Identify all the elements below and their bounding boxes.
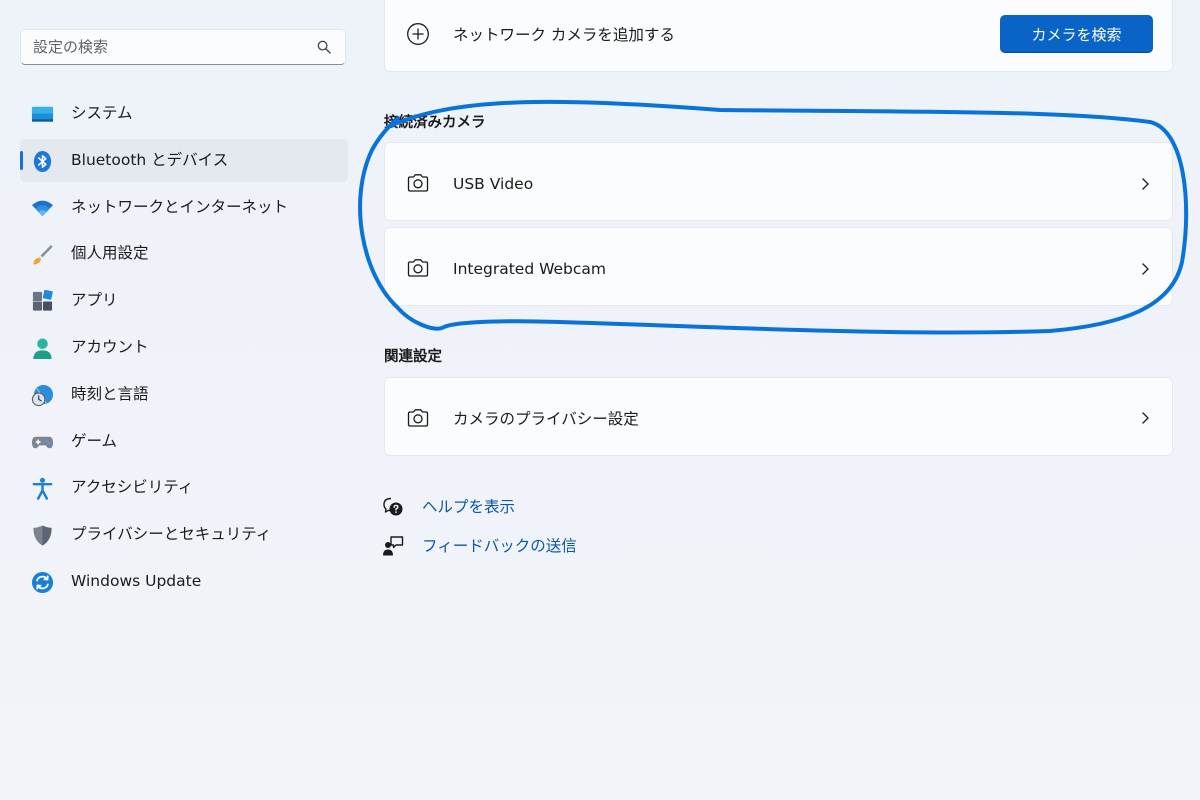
sidebar-item-accounts[interactable]: アカウント: [20, 326, 348, 369]
add-network-camera-label: ネットワーク カメラを追加する: [453, 26, 675, 44]
sidebar-item-personalization[interactable]: 個人用設定: [20, 232, 348, 275]
sidebar-nav: システム Bluetooth とデバイス ネットワークとインターネット 個人用設…: [20, 92, 348, 607]
chevron-right-icon: [1142, 263, 1149, 275]
sidebar-item-windows-update[interactable]: Windows Update: [20, 560, 348, 603]
sidebar-item-label: ゲーム: [71, 431, 118, 450]
sidebar-item-label: システム: [71, 104, 133, 122]
camera-icon: [407, 409, 429, 427]
accessibility-icon: [32, 478, 53, 501]
search-cameras-button[interactable]: カメラを検索: [1000, 15, 1153, 53]
chevron-right-icon: [1142, 412, 1149, 424]
help-icon: [383, 497, 403, 516]
search-box[interactable]: [20, 29, 346, 65]
sidebar-item-label: 個人用設定: [71, 244, 149, 263]
paintbrush-icon: [33, 245, 53, 265]
help-link-label[interactable]: ヘルプを表示: [422, 496, 515, 518]
plus-circle-icon: [407, 23, 429, 45]
bluetooth-icon: [33, 150, 52, 172]
time-language-icon: [31, 384, 54, 406]
sidebar-item-label: Windows Update: [71, 571, 202, 590]
camera-name: Integrated Webcam: [453, 260, 607, 278]
sidebar-item-privacy-security[interactable]: プライバシーとセキュリティ: [20, 513, 348, 556]
sidebar-item-network[interactable]: ネットワークとインターネット: [20, 186, 348, 229]
search-input[interactable]: [21, 30, 301, 64]
camera-row-usb-video[interactable]: USB Video: [384, 142, 1173, 221]
sidebar-item-label: アクセシビリティ: [71, 478, 194, 497]
system-display-icon: [31, 106, 54, 122]
sidebar-item-time-language[interactable]: 時刻と言語: [20, 373, 348, 416]
gamepad-icon: [31, 436, 54, 448]
selection-indicator: [20, 150, 23, 170]
sidebar: システム Bluetooth とデバイス ネットワークとインターネット: [0, 0, 365, 800]
account-icon: [33, 338, 52, 360]
search-icon[interactable]: [317, 40, 331, 54]
sidebar-item-accessibility[interactable]: アクセシビリティ: [20, 466, 348, 509]
apps-icon: [32, 290, 53, 311]
feedback-link-label[interactable]: フィードバックの送信: [422, 535, 577, 557]
sidebar-item-label: アカウント: [71, 337, 149, 356]
sidebar-item-label: 時刻と言語: [71, 384, 149, 403]
camera-name: USB Video: [453, 175, 534, 193]
shield-icon: [33, 525, 52, 546]
sidebar-item-bluetooth[interactable]: Bluetooth とデバイス: [20, 138, 348, 182]
camera-row-integrated-webcam[interactable]: Integrated Webcam: [384, 227, 1173, 306]
camera-icon: [407, 174, 429, 192]
section-title-related-settings: 関連設定: [384, 349, 442, 365]
camera-privacy-settings-label: カメラのプライバシー設定: [453, 410, 639, 428]
camera-privacy-settings-row[interactable]: カメラのプライバシー設定: [384, 377, 1173, 456]
sidebar-item-label: Bluetooth とデバイス: [71, 150, 229, 169]
windows-update-icon: [31, 571, 54, 594]
sidebar-item-label: ネットワークとインターネット: [71, 197, 289, 216]
camera-icon: [407, 259, 429, 277]
sidebar-item-apps[interactable]: アプリ: [20, 279, 348, 322]
sidebar-item-label: プライバシーとセキュリティ: [71, 525, 272, 544]
feedback-icon: [383, 536, 404, 556]
add-network-camera-card: ネットワーク カメラを追加する カメラを検索: [384, 0, 1173, 72]
sidebar-item-gaming[interactable]: ゲーム: [20, 420, 348, 463]
sidebar-item-label: アプリ: [71, 291, 118, 310]
sidebar-item-system[interactable]: システム: [20, 92, 348, 135]
chevron-right-icon: [1142, 178, 1149, 190]
section-title-connected-cameras: 接続済みカメラ: [384, 115, 486, 131]
wifi-icon: [31, 200, 54, 216]
settings-window: システム Bluetooth とデバイス ネットワークとインターネット: [0, 0, 1200, 800]
